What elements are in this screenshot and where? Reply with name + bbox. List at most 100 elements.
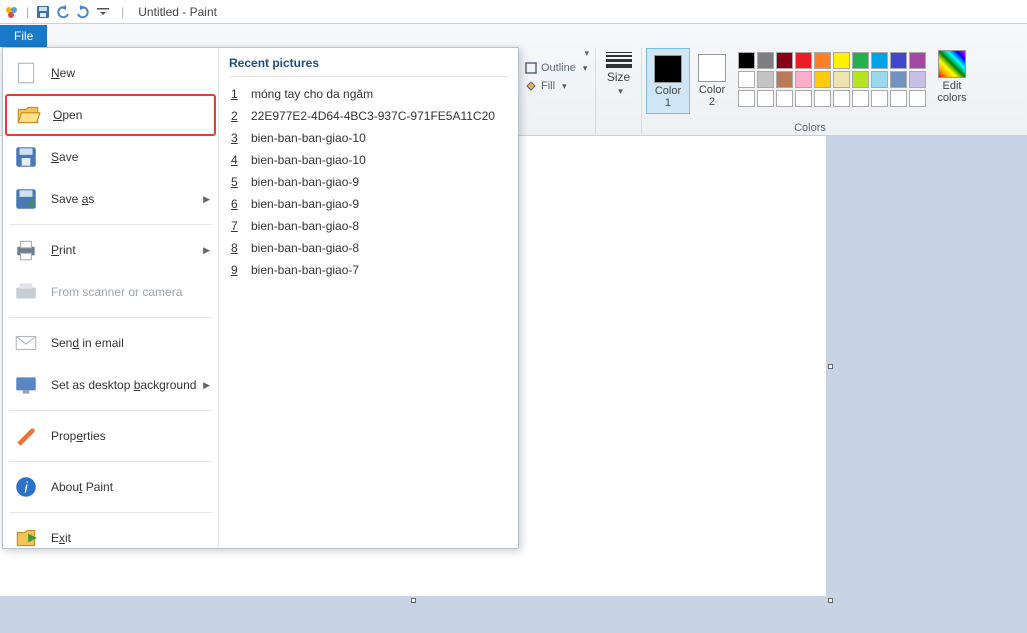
recent-item-name: bien-ban-ban-giao-10 <box>251 131 366 145</box>
menu-item-label: Print <box>51 243 76 257</box>
fill-button[interactable]: Fill ▾ <box>524 77 567 95</box>
undo-qat-button[interactable] <box>55 4 71 20</box>
resize-handle-right[interactable] <box>828 364 833 369</box>
recent-item-name: bien-ban-ban-giao-10 <box>251 153 366 167</box>
color-swatch[interactable] <box>871 90 888 107</box>
color-swatch[interactable] <box>757 71 774 88</box>
color-swatch[interactable] <box>909 71 926 88</box>
color-swatch[interactable] <box>776 71 793 88</box>
color-swatch[interactable] <box>738 90 755 107</box>
recent-item-number: 3 <box>231 131 241 145</box>
resize-handle-corner[interactable] <box>828 598 833 603</box>
recent-list: 1móng tay cho da ngăm 2 22E977E2-4D64-4BC3… <box>229 83 508 281</box>
menu-item-exit[interactable]: Exit <box>3 517 218 559</box>
shapes-options-group: ▾ Outline ▾ Fill ▾ <box>520 48 596 134</box>
menu-item-email[interactable]: Send in email <box>3 322 218 364</box>
menu-item-save[interactable]: Save <box>3 136 218 178</box>
color-swatch[interactable] <box>852 52 869 69</box>
color-swatch[interactable] <box>890 90 907 107</box>
color-swatch[interactable] <box>738 71 755 88</box>
color-swatch[interactable] <box>776 52 793 69</box>
color-swatch[interactable] <box>890 71 907 88</box>
edit-colors-button[interactable]: Edit colors <box>930 48 974 114</box>
qat-customize-button[interactable] <box>95 4 111 20</box>
size-group: Size ▾ <box>596 48 642 134</box>
color-swatch[interactable] <box>738 52 755 69</box>
color-swatch[interactable] <box>814 52 831 69</box>
menu-item-label: About Paint <box>51 480 113 494</box>
color1-button[interactable]: Color 1 <box>646 48 690 114</box>
recent-item-number: 7 <box>231 219 241 233</box>
recent-pictures-panel: Recent pictures 1móng tay cho da ngăm222… <box>219 48 518 548</box>
color-swatch[interactable] <box>871 52 888 69</box>
scanner-icon <box>13 279 39 305</box>
color-swatch[interactable] <box>814 71 831 88</box>
color-swatch[interactable] <box>871 71 888 88</box>
chevron-down-icon: ▾ <box>562 81 567 92</box>
recent-item[interactable]: 3 bien-ban-ban-giao-10 <box>229 127 508 149</box>
menu-item-saveas[interactable]: Save as ▶ <box>3 178 218 220</box>
recent-item-number: 2 <box>231 109 241 123</box>
redo-qat-button[interactable] <box>75 4 91 20</box>
color-swatch[interactable] <box>795 52 812 69</box>
recent-item-name: bien-ban-ban-giao-8 <box>251 219 359 233</box>
recent-item[interactable]: 1móng tay cho da ngăm <box>229 83 508 105</box>
recent-item[interactable]: 5bien-ban-ban-giao-9 <box>229 171 508 193</box>
color-swatch[interactable] <box>795 90 812 107</box>
resize-handle-bottom[interactable] <box>411 598 416 603</box>
color-swatch[interactable] <box>833 90 850 107</box>
color-swatch[interactable] <box>833 71 850 88</box>
recent-item[interactable]: 9bien-ban-ban-giao-7 <box>229 259 508 281</box>
menu-divider <box>9 410 212 411</box>
outline-label: Outline <box>541 62 576 74</box>
color2-button[interactable]: Color 2 <box>690 48 734 114</box>
menu-item-new[interactable]: New <box>3 52 218 94</box>
menu-item-open[interactable]: Open <box>5 94 216 136</box>
edit-colors-label: Edit colors <box>937 80 966 104</box>
properties-icon <box>13 423 39 449</box>
save-qat-button[interactable] <box>35 4 51 20</box>
color1-swatch <box>654 55 682 83</box>
menu-item-desktop[interactable]: Set as desktop background ▶ <box>3 364 218 406</box>
recent-item[interactable]: 6bien-ban-ban-giao-9 <box>229 193 508 215</box>
fill-icon <box>524 79 538 93</box>
color-swatch[interactable] <box>776 90 793 107</box>
color1-label: Color 1 <box>655 85 681 109</box>
chevron-down-icon: ▾ <box>583 63 588 74</box>
saveas-icon <box>13 186 39 212</box>
recent-item[interactable]: 4bien-ban-ban-giao-10 <box>229 149 508 171</box>
size-button[interactable]: Size ▾ <box>599 48 639 114</box>
recent-item[interactable]: 7 bien-ban-ban-giao-8 <box>229 215 508 237</box>
recent-item-number: 9 <box>231 263 241 277</box>
outline-button[interactable]: Outline ▾ <box>524 59 587 77</box>
color-swatch[interactable] <box>833 52 850 69</box>
swatch-row-1 <box>738 52 926 69</box>
recent-item-name: 22E977E2-4D64-4BC3-937C-971FE5A11C20 <box>251 109 495 123</box>
menu-divider <box>9 317 212 318</box>
color-swatch[interactable] <box>909 52 926 69</box>
swatch-row-2 <box>738 71 926 88</box>
menu-item-about[interactable]: i About Paint <box>3 466 218 508</box>
menu-item-print[interactable]: Print ▶ <box>3 229 218 271</box>
separator: | <box>26 5 29 19</box>
print-icon <box>13 237 39 263</box>
color-swatch[interactable] <box>757 90 774 107</box>
chevron-down-icon[interactable]: ▾ <box>584 48 589 59</box>
menu-item-label: Save as <box>51 192 94 206</box>
desktop-icon <box>13 372 39 398</box>
color-swatch[interactable] <box>852 71 869 88</box>
swatch-row-3 <box>738 90 926 107</box>
color-swatch[interactable] <box>852 90 869 107</box>
tab-file[interactable]: File <box>0 25 47 47</box>
color-swatch[interactable] <box>757 52 774 69</box>
color-swatch[interactable] <box>909 90 926 107</box>
menu-item-label: Save <box>51 150 78 164</box>
color-swatch[interactable] <box>890 52 907 69</box>
file-menu-commands: New Open Save Save as ▶ Print ▶ From sca… <box>3 48 219 548</box>
color-swatch[interactable] <box>814 90 831 107</box>
menu-item-label: Open <box>53 108 82 122</box>
recent-item[interactable]: 2 22E977E2-4D64-4BC3-937C-971FE5A11C20 <box>229 105 508 127</box>
menu-item-properties[interactable]: Properties <box>3 415 218 457</box>
color-swatch[interactable] <box>795 71 812 88</box>
recent-item[interactable]: 8bien-ban-ban-giao-8 <box>229 237 508 259</box>
